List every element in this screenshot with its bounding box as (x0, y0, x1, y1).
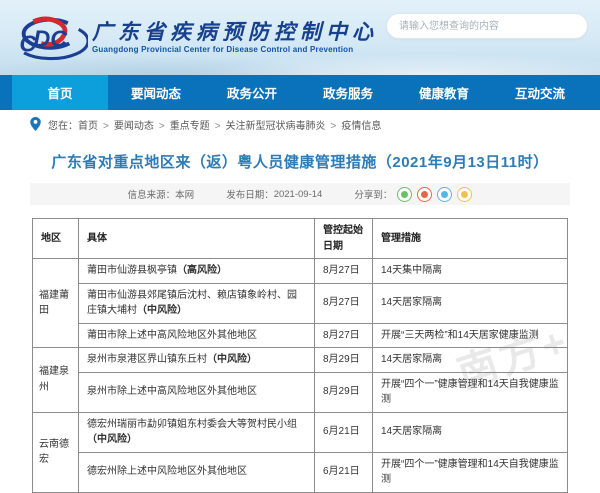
table-row: 莆田市仙游县郊尾镇后沈村、赖店镇象岭村、园庄镇大埔村（中风险） 8月27日 14天居… (33, 282, 568, 324)
publish-date-value: 2021-09-14 (273, 188, 323, 200)
table-row: 泉州市除上述中高风险地区外其他地区 8月29日 开展“四个一”健康管理和14天自我健… (33, 371, 568, 413)
breadcrumb-link[interactable]: 重点专题 (170, 121, 210, 132)
cdc-logo-icon: DC C (19, 16, 88, 60)
col-header-specific: 具体 (78, 218, 315, 259)
wechat-icon[interactable] (397, 186, 413, 202)
nav-item-interaction[interactable]: 互动交流 (492, 75, 588, 110)
col-header-measures: 管理措施 (372, 218, 568, 259)
source-value: 本网 (175, 190, 195, 201)
breadcrumb-items: 首页 > 要闻动态 > 重点专题 > 关注新型冠状病毒肺炎 > 疫情信息 (78, 117, 381, 132)
measure-cell: 开展“四个一”健康管理和14天自我健康监测 (372, 371, 568, 413)
measure-cell: 14天居家隔离 (372, 282, 568, 324)
svg-text:DC: DC (33, 25, 68, 51)
measure-cell: 开展“三天两检”和14天居家健康监测 (372, 322, 568, 348)
measures-table: 地区 具体 管控起始日期 管理措施 福建莆田 莆田市仙游县枫亭镇（高风险） 8月27日 14… (32, 218, 568, 493)
region-cell: 福建泉州 (32, 347, 79, 413)
col-header-start-date: 管控起始日期 (314, 218, 373, 259)
region-cell: 福建莆田 (32, 258, 79, 348)
measure-cell: 14天居家隔离 (372, 347, 568, 373)
weibo-icon[interactable] (417, 186, 433, 202)
place-cell: 莆田市除上述中高风险地区外其他地区 (78, 322, 315, 348)
main-nav: 首页 要闻动态 政务公开 政务服务 健康教育 互动交流 (0, 75, 600, 110)
breadcrumb-link: 疫情信息 (341, 120, 382, 132)
breadcrumb-link[interactable]: 要闻动态 (114, 121, 154, 132)
location-pin-icon (30, 117, 41, 131)
article-meta-bar: 信息来源： 本网 发布日期： 2021-09-14 分享到： (30, 183, 570, 205)
table-row: 福建莆田 莆田市仙游县枫亭镇（高风险） 8月27日 14天集中隔离 (32, 258, 568, 348)
page-title: 广东省对重点地区来（返）粤人员健康管理措施（2021年9月13日11时） (51, 154, 549, 171)
qzone-icon[interactable] (457, 186, 473, 202)
breadcrumb-separator: > (103, 120, 109, 132)
breadcrumb-prefix: 您在： (48, 120, 78, 132)
svg-text:C: C (19, 30, 37, 56)
breadcrumb-link[interactable]: 首页 (78, 121, 98, 132)
start-date-cell: 6月21日 (314, 411, 373, 453)
place-cell: 德宏州瑞丽市勐卯镇姐东村委会大等贺村民小组（中风险） (78, 411, 315, 453)
start-date-cell: 8月27日 (314, 258, 373, 284)
measure-cell: 14天居家隔离 (372, 411, 568, 453)
measure-cell: 开展“四个一”健康管理和14天自我健康监测 (372, 451, 568, 493)
table-row: 福建泉州 泉州市泉港区界山镇东丘村（中风险） 8月29日 14天居家隔离 (32, 347, 568, 413)
start-date-cell: 8月27日 (314, 322, 373, 348)
place-cell: 莆田市仙游县枫亭镇（高风险） (78, 258, 315, 284)
publish-date-label: 发布日期： (226, 190, 274, 201)
breadcrumb: 您在： 首页 > 要闻动态 > 重点专题 > 关注新型冠状病毒肺炎 > 疫情信息 (0, 110, 600, 138)
risk-level-label: （中风险） (87, 434, 137, 445)
site-title-chinese: 广东省疾病预防控制中心 (92, 19, 378, 44)
place-cell: 泉州市泉港区界山镇东丘村（中风险） (78, 347, 315, 373)
breadcrumb-separator: > (158, 120, 165, 132)
share-label: 分享到： (354, 190, 393, 201)
share-icons (392, 186, 473, 202)
breadcrumb-separator: > (214, 120, 221, 132)
place-cell: 泉州市除上述中高风险地区外其他地区 (78, 371, 315, 413)
nav-item-health-education[interactable]: 健康教育 (396, 75, 492, 110)
nav-item-gov-open[interactable]: 政务公开 (204, 75, 300, 110)
col-header-region: 地区 (32, 218, 79, 259)
breadcrumb-separator: > (330, 120, 337, 132)
start-date-cell: 8月29日 (314, 371, 373, 413)
qq-icon[interactable] (437, 186, 453, 202)
nav-item-news[interactable]: 要闻动态 (108, 75, 204, 110)
place-cell: 莆田市仙游县郊尾镇后沈村、赖店镇象岭村、园庄镇大埔村（中风险） (78, 282, 315, 324)
site-header: DC C 广东省疾病预防控制中心 Guangdong Provincial Ce… (0, 0, 600, 75)
measures-table-wrap: 地区 具体 管控起始日期 管理措施 福建莆田 莆田市仙游县枫亭镇（高风险） 8月27日 14… (32, 218, 568, 493)
region-cell: 云南德宏 (32, 411, 79, 493)
nav-item-gov-services[interactable]: 政务服务 (300, 75, 396, 110)
table-header-row: 地区 具体 管控起始日期 管理措施 (32, 218, 568, 259)
table-row: 莆田市除上述中高风险地区外其他地区 8月27日 开展“三天两检”和14天居家健康监测 (33, 322, 568, 348)
table-row: 云南德宏 德宏州瑞丽市勐卯镇姐东村委会大等贺村民小组（中风险） 6月21日 14天居家… (32, 411, 568, 493)
start-date-cell: 8月29日 (314, 347, 373, 373)
nav-item-home[interactable]: 首页 (12, 75, 108, 110)
risk-level-label: （中风险） (137, 305, 187, 316)
source-label: 信息来源： (127, 190, 176, 201)
start-date-cell: 6月21日 (314, 451, 373, 493)
table-row: 德宏州除上述中风险地区外其他地区 6月21日 开展“四个一”健康管理和14天自我健康… (33, 451, 568, 493)
site-title-english: Guangdong Provincial Center for Disease … (92, 45, 354, 54)
risk-level-label: （高风险） (177, 265, 227, 276)
start-date-cell: 8月27日 (314, 282, 373, 324)
measure-cell: 14天集中隔离 (372, 258, 568, 284)
search-input[interactable] (386, 13, 588, 39)
table-body: 福建莆田 莆田市仙游县枫亭镇（高风险） 8月27日 14天集中隔离 莆田市仙游县郊尾镇后… (32, 258, 568, 493)
place-cell: 德宏州除上述中风险地区外其他地区 (78, 451, 315, 493)
breadcrumb-link[interactable]: 关注新型冠状病毒肺炎 (226, 121, 326, 132)
risk-level-label: （中风险） (207, 354, 257, 365)
